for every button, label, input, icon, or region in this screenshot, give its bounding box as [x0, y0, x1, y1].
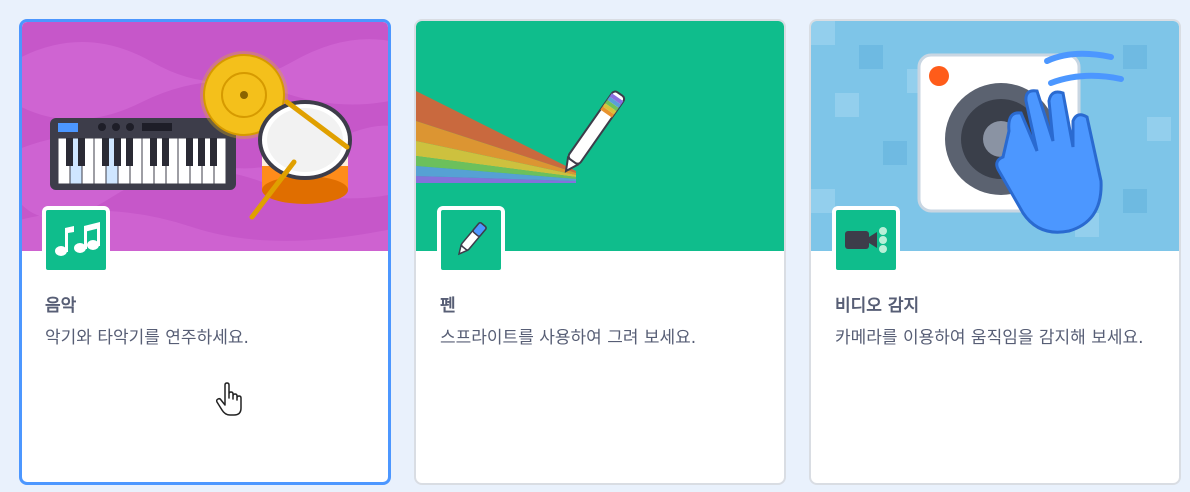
- extension-description: 스프라이트를 사용하여 그려 보세요.: [440, 328, 697, 348]
- extension-description: 악기와 타악기를 연주하세요.: [45, 328, 249, 348]
- music-badge: [42, 206, 110, 274]
- extension-description: 카메라를 이용하여 움직임을 감지해 보세요.: [835, 328, 1144, 348]
- keyboard-illustration: [50, 118, 236, 190]
- extension-library-grid: 음악 악기와 타악기를 연주하세요. 펜 스프라이트를 사용하여 그려 보세요.…: [0, 0, 1190, 492]
- music-notes-icon: [55, 222, 100, 256]
- extension-title: 비디오 감지: [835, 296, 920, 316]
- extension-title: 펜: [440, 296, 456, 316]
- pen-icon: [457, 222, 487, 256]
- pen-badge: [437, 206, 505, 274]
- extension-card-pen[interactable]: 펜 스프라이트를 사용하여 그려 보세요.: [414, 19, 786, 485]
- hand-cursor-icon: [215, 382, 242, 416]
- video-camera-icon: [845, 227, 887, 253]
- extension-card-video-sensing[interactable]: 비디오 감지 카메라를 이용하여 움직임을 감지해 보세요.: [809, 19, 1181, 485]
- extension-title: 음악: [45, 296, 77, 316]
- extension-card-music[interactable]: 음악 악기와 타악기를 연주하세요.: [19, 19, 391, 485]
- video-sensing-badge: [832, 206, 900, 274]
